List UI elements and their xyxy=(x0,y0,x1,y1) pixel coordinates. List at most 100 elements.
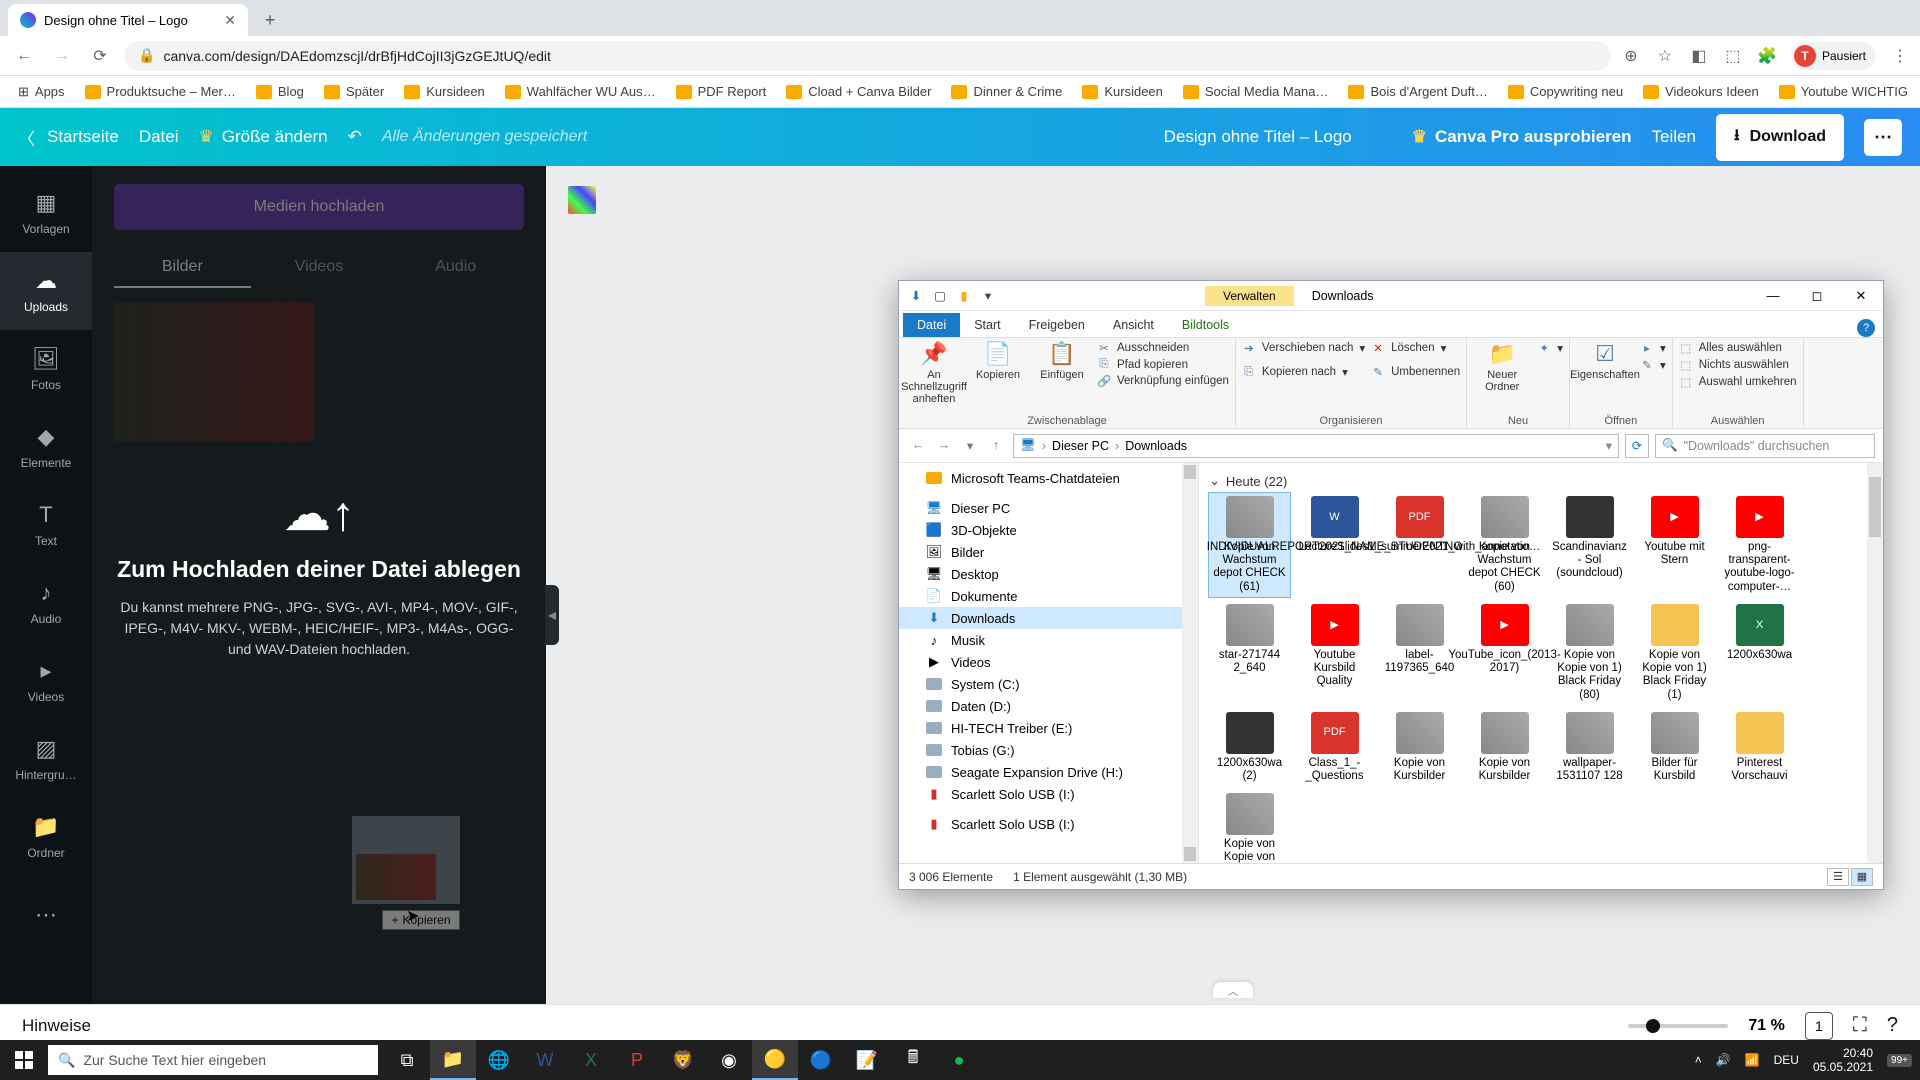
bookmark-item[interactable]: PDF Report xyxy=(668,80,775,103)
reload-button[interactable]: ⟳ xyxy=(86,42,114,70)
bookmark-item[interactable]: Bois d'Argent Duft… xyxy=(1340,80,1495,103)
scrollbar[interactable] xyxy=(1182,463,1198,863)
bookmark-item[interactable]: Blog xyxy=(248,80,312,103)
more-button[interactable]: ⋯ xyxy=(1864,119,1902,156)
paste-button[interactable]: 📋Einfügen xyxy=(1033,341,1091,381)
rail-elements[interactable]: ◆Elemente xyxy=(0,408,92,486)
maximize-button[interactable]: ◻ xyxy=(1795,281,1839,311)
tree-item[interactable]: Daten (D:) xyxy=(899,695,1198,717)
bookmark-item[interactable]: Copywriting neu xyxy=(1500,80,1631,103)
rail-audio[interactable]: ♪Audio xyxy=(0,564,92,642)
select-all-button[interactable]: ⬚Alles auswählen xyxy=(1679,341,1797,355)
breadcrumb-pc[interactable]: Dieser PC xyxy=(1052,439,1109,453)
star-icon[interactable]: ☆ xyxy=(1655,46,1675,66)
dropdown-icon[interactable]: ▾ xyxy=(979,287,997,305)
dropdown-icon[interactable]: ▾ xyxy=(1606,438,1612,453)
back-button[interactable]: ← xyxy=(907,438,929,453)
rail-photos[interactable]: 🖼Fotos xyxy=(0,330,92,408)
bookmark-item[interactable]: Produktsuche – Mer… xyxy=(77,80,244,103)
file-item[interactable]: PDFLectureSlides1_summer2021_with_annota… xyxy=(1379,493,1460,597)
tree-item[interactable]: System (C:) xyxy=(899,673,1198,695)
save-icon[interactable]: ▢ xyxy=(931,287,949,305)
search-input[interactable]: 🔍 "Downloads" durchsuchen xyxy=(1655,434,1875,458)
file-explorer-window[interactable]: ⬇ ▢ ▮ ▾ Verwalten Downloads — ◻ ✕ Datei … xyxy=(898,280,1884,890)
open-button[interactable]: ▸▾ xyxy=(1640,341,1666,355)
extension-icon[interactable]: ⬚ xyxy=(1723,46,1743,66)
collapse-panel-handle[interactable]: ◂ xyxy=(545,585,559,645)
copy-to-button[interactable]: ⎘Kopieren nach ▾ xyxy=(1242,365,1365,379)
up-button[interactable]: ↑ xyxy=(985,438,1007,453)
down-arrow-icon[interactable]: ⬇ xyxy=(907,287,925,305)
delete-button[interactable]: ✕Löschen ▾ xyxy=(1371,341,1460,355)
ribbon-tab-share[interactable]: Freigeben xyxy=(1015,313,1099,337)
extension-icon[interactable]: ◧ xyxy=(1689,46,1709,66)
taskbar-app-explorer[interactable]: 📁 xyxy=(430,1040,476,1080)
browser-tab[interactable]: Design ohne Titel – Logo ✕ xyxy=(8,4,248,36)
tree-item[interactable]: Microsoft Teams-Chatdateien xyxy=(899,467,1198,489)
share-button[interactable]: Teilen xyxy=(1652,127,1696,147)
copy-button[interactable]: 📄Kopieren xyxy=(969,341,1027,381)
profile-button[interactable]: T Pausiert xyxy=(1791,42,1876,70)
file-menu[interactable]: Datei xyxy=(139,127,179,147)
download-button[interactable]: ⭳ Download xyxy=(1716,114,1844,161)
file-item[interactable]: Kopie von Wachstum depot CHECK (60) xyxy=(1464,493,1545,597)
file-item[interactable]: Pinterest Vorschauvi xyxy=(1719,709,1800,786)
taskbar-app-chrome[interactable]: 🟡 xyxy=(752,1040,798,1080)
tree-item[interactable]: 🖥Desktop xyxy=(899,563,1198,585)
file-item[interactable]: Kopie von Kursbilder xyxy=(1379,709,1460,786)
rail-more[interactable]: ⋯ xyxy=(0,876,92,954)
rail-text[interactable]: TText xyxy=(0,486,92,564)
new-tab-button[interactable]: + xyxy=(256,6,284,34)
wifi-icon[interactable]: 📶 xyxy=(1745,1053,1760,1067)
file-item[interactable]: Kopie von Kopie von 1) Black Friday (80) xyxy=(1549,601,1630,705)
file-item[interactable]: Kopie von Kopie von 1) Black Friday (1) xyxy=(1634,601,1715,705)
new-item-button[interactable]: ✦▾ xyxy=(1537,341,1563,355)
tree-item[interactable]: HI-TECH Treiber (E:) xyxy=(899,717,1198,739)
minimize-button[interactable]: — xyxy=(1751,281,1795,311)
start-button[interactable] xyxy=(0,1040,48,1080)
cut-button[interactable]: ✂Ausschneiden xyxy=(1097,341,1229,355)
file-item[interactable]: star-271744 2_640 xyxy=(1209,601,1290,705)
file-item[interactable]: wallpaper-1531107 128 xyxy=(1549,709,1630,786)
file-item[interactable]: Bilder für Kursbild xyxy=(1634,709,1715,786)
pin-button[interactable]: 📌An Schnellzugriff anheften xyxy=(905,341,963,405)
page-strip-toggle[interactable]: ︿ xyxy=(1213,982,1253,998)
taskbar-app-excel[interactable]: X xyxy=(568,1040,614,1080)
navigation-tree[interactable]: Microsoft Teams-Chatdateien 🖥Dieser PC 🟦… xyxy=(899,463,1199,863)
close-tab-icon[interactable]: ✕ xyxy=(224,12,236,29)
tree-item[interactable]: Seagate Expansion Drive (H:) xyxy=(899,761,1198,783)
select-none-button[interactable]: ⬚Nichts auswählen xyxy=(1679,358,1797,372)
ribbon-tab-file[interactable]: Datei xyxy=(903,313,960,337)
forward-button[interactable]: → xyxy=(48,42,76,70)
bookmark-item[interactable]: Später xyxy=(316,80,392,103)
language-indicator[interactable]: DEU xyxy=(1774,1053,1799,1067)
tree-item[interactable]: 🟦3D-Objekte xyxy=(899,519,1198,541)
help-icon[interactable]: ? xyxy=(1887,1014,1898,1037)
page-indicator[interactable]: 1 xyxy=(1805,1012,1833,1040)
group-header[interactable]: ⌄Heute (22) xyxy=(1209,469,1873,493)
copy-path-button[interactable]: ⎘Pfad kopieren xyxy=(1097,358,1229,371)
back-button[interactable]: ← xyxy=(10,42,38,70)
tree-item[interactable]: ▮Scarlett Solo USB (I:) xyxy=(899,783,1198,805)
file-item[interactable]: Kopie von Kursbilder xyxy=(1464,709,1545,786)
file-item[interactable]: X1200x630wa xyxy=(1719,601,1800,705)
file-item[interactable]: ▶Youtube Kursbild Quality xyxy=(1294,601,1375,705)
clock[interactable]: 20:40 05.05.2021 xyxy=(1813,1046,1873,1075)
undo-button[interactable]: ↶ xyxy=(348,127,362,147)
bookmark-item[interactable]: Social Media Mana… xyxy=(1175,80,1337,103)
tree-item[interactable]: ▶Videos xyxy=(899,651,1198,673)
file-item[interactable]: Kopie von Kopie von xyxy=(1209,790,1290,863)
file-item[interactable]: ▶Youtube mit Stern xyxy=(1634,493,1715,597)
bookmark-item[interactable]: Cload + Canva Bilder xyxy=(778,80,939,103)
scrollbar[interactable] xyxy=(1867,463,1883,863)
file-item[interactable]: ▶YouTube_icon_(2013-2017) xyxy=(1464,601,1545,705)
breadcrumb-downloads[interactable]: Downloads xyxy=(1125,439,1187,453)
taskbar-app-word[interactable]: W xyxy=(522,1040,568,1080)
taskbar-app-edge[interactable]: 🌐 xyxy=(476,1040,522,1080)
bookmark-item[interactable]: Wahlfächer WU Aus… xyxy=(497,80,664,103)
url-input[interactable]: 🔒 canva.com/design/DAEdomzscjI/drBfjHdCo… xyxy=(124,41,1611,71)
rename-button[interactable]: ✎Umbenennen xyxy=(1371,365,1460,379)
bookmark-item[interactable]: Dinner & Crime xyxy=(943,80,1070,103)
rail-background[interactable]: ▨Hintergru… xyxy=(0,720,92,798)
refresh-button[interactable]: ⟳ xyxy=(1625,434,1649,458)
